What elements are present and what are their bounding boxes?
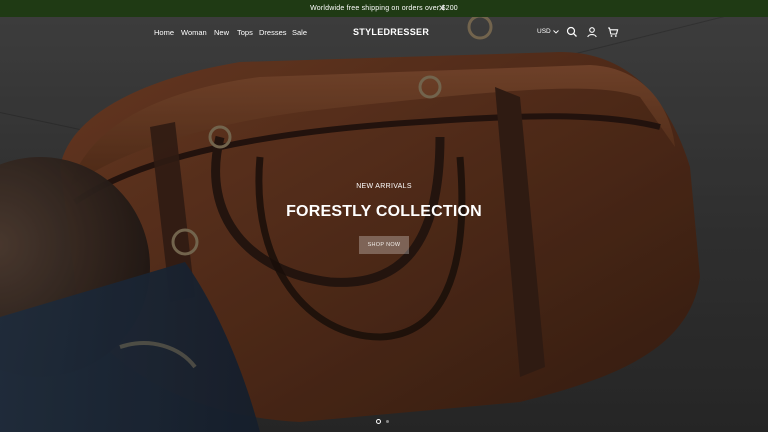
chevron-down-icon	[552, 29, 559, 34]
search-icon[interactable]	[566, 26, 578, 38]
announcement-bar: Worldwide free shipping on orders over $…	[0, 0, 768, 17]
nav-home[interactable]: Home	[154, 28, 174, 37]
slide-dot-active[interactable]	[376, 419, 381, 424]
currency-selector[interactable]: USD	[537, 28, 559, 35]
account-icon[interactable]	[586, 26, 598, 38]
slide-pagination	[376, 419, 389, 424]
hero-banner	[0, 17, 768, 432]
nav-dresses[interactable]: Dresses	[259, 28, 287, 37]
slide-dot[interactable]	[386, 420, 389, 423]
nav-woman[interactable]: Woman	[181, 28, 207, 37]
shop-now-button[interactable]: SHOP NOW	[359, 236, 409, 254]
hero-headline: FORESTLY COLLECTION	[286, 203, 482, 220]
nav-tops[interactable]: Tops	[237, 28, 253, 37]
hero-eyebrow: NEW ARRIVALS	[356, 183, 412, 190]
leather-bag-image	[0, 17, 768, 432]
currency-label: USD	[537, 28, 551, 35]
hero-overlay	[0, 17, 768, 432]
site-logo[interactable]: STYLEDRESSER	[353, 27, 429, 37]
cart-icon[interactable]	[607, 26, 619, 38]
close-icon[interactable]: ✕	[437, 3, 447, 13]
site-header: Home Woman New Tops Dresses Sale STYLEDR…	[0, 17, 768, 49]
nav-sale[interactable]: Sale	[292, 28, 307, 37]
announcement-text: Worldwide free shipping on orders over $…	[310, 5, 458, 12]
nav-new[interactable]: New	[214, 28, 229, 37]
